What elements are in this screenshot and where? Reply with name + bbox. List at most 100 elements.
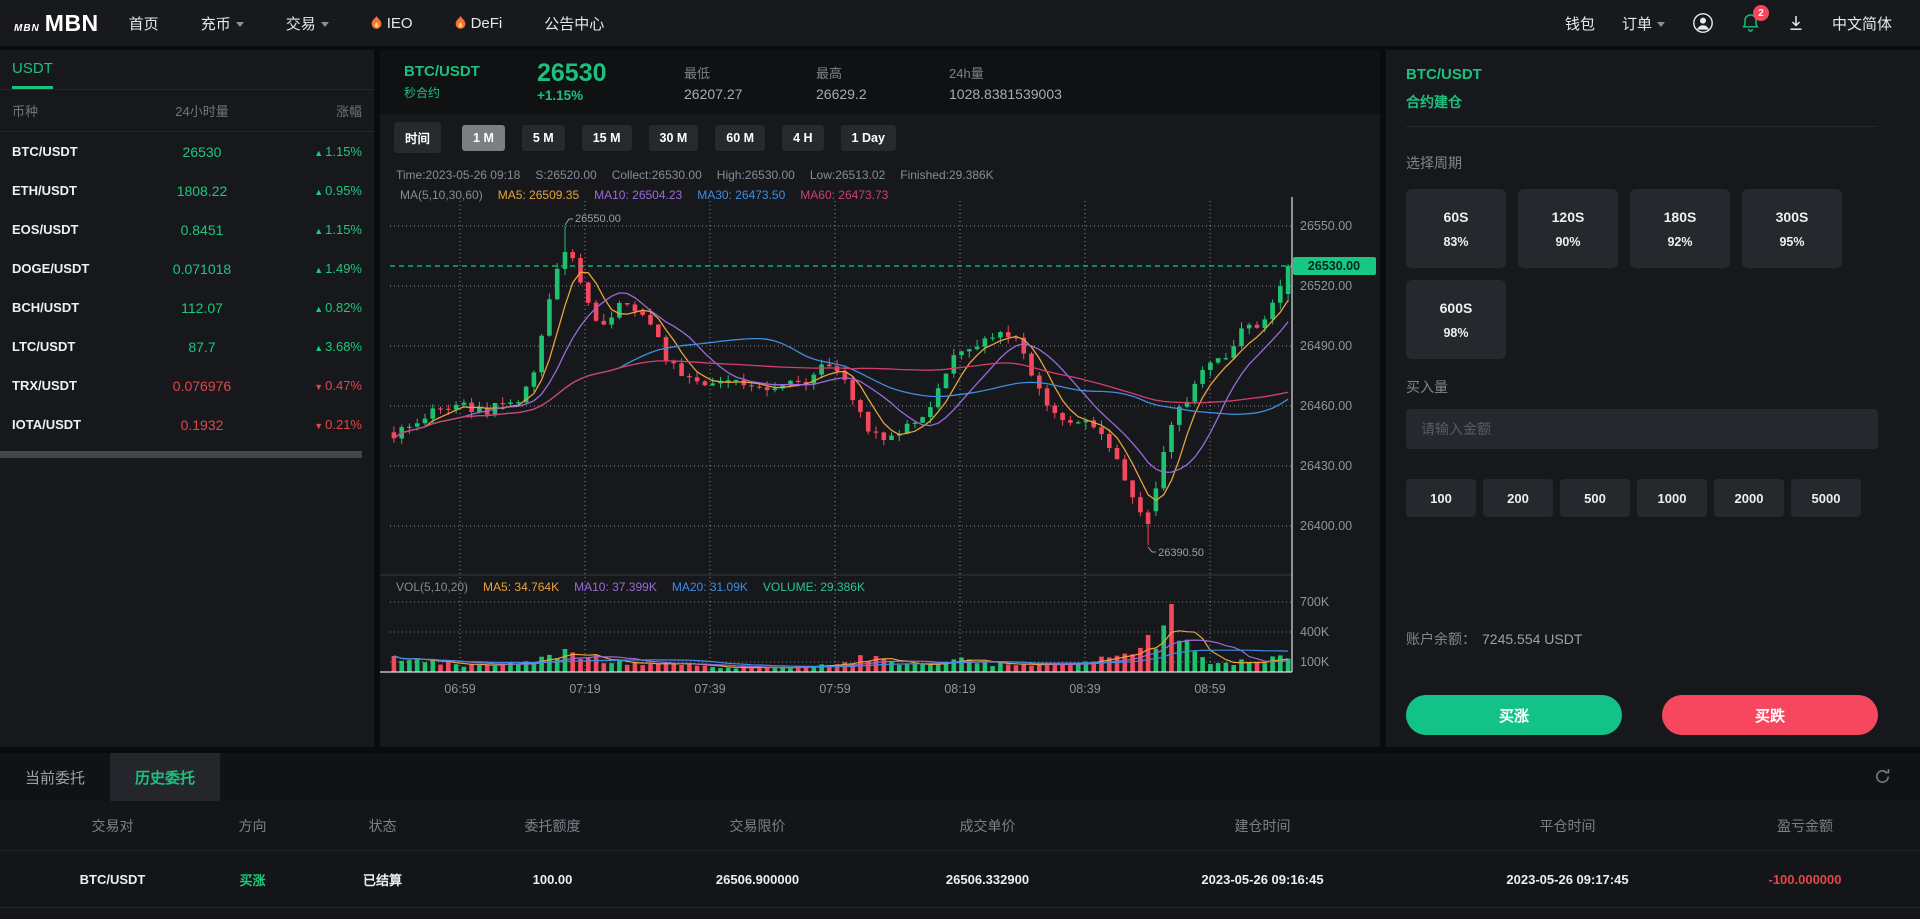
ticker-bar: BTC/USDT 秒合约 26530 +1.15% 最低 26207.27 最高…	[380, 50, 1380, 114]
market-volume: 0.1932	[132, 417, 272, 433]
period-180S[interactable]: 180S92%	[1630, 189, 1730, 268]
timeframe-5M[interactable]: 5 M	[522, 125, 565, 151]
amount-200[interactable]: 200	[1483, 479, 1553, 517]
sidebar-scrollbar[interactable]	[0, 451, 362, 458]
kline-chart[interactable]: 26550.0026520.0026490.0026460.0026430.00…	[380, 161, 1380, 721]
amount-1000[interactable]: 1000	[1637, 479, 1707, 517]
buy-up-button[interactable]: 买涨	[1406, 695, 1622, 735]
period-seconds: 600S	[1440, 300, 1473, 316]
nav-item-公告中心[interactable]: 公告中心	[544, 13, 604, 34]
market-row-BCH/USDT[interactable]: BCH/USDT112.07▲0.82%	[0, 288, 374, 327]
orders-col-委托额度: 委托额度	[455, 816, 650, 836]
low-value: 26207.27	[684, 86, 816, 102]
svg-text:08:59: 08:59	[1194, 682, 1225, 696]
orders-tab-历史委托[interactable]: 历史委托	[110, 753, 220, 801]
svg-text:26530.00: 26530.00	[1308, 259, 1360, 273]
triangle-up-icon: ▲	[314, 148, 323, 158]
tab-usdt[interactable]: USDT	[12, 60, 53, 89]
period-percent: 95%	[1779, 235, 1804, 249]
order-cell-deal: 26506.332900	[865, 872, 1110, 887]
nav-item-label: 交易	[286, 13, 316, 34]
svg-text:08:19: 08:19	[944, 682, 975, 696]
svg-text:100K: 100K	[1300, 655, 1330, 669]
market-row-TRX/USDT[interactable]: TRX/USDT0.076976▼0.47%	[0, 366, 374, 405]
col-coin: 币种	[12, 101, 132, 120]
logo[interactable]: MBN MBN	[14, 10, 99, 37]
chart-volume-legend: VOL(5,10,20)MA5: 34.764KMA10: 37.399KMA2…	[396, 580, 880, 594]
timeframe-60M[interactable]: 60 M	[715, 125, 765, 151]
buy-down-button[interactable]: 买跌	[1662, 695, 1878, 735]
amount-input[interactable]	[1406, 409, 1878, 449]
ticker-price: 26530	[537, 62, 684, 84]
legend-item: MA10: 26504.23	[594, 188, 682, 202]
download-button[interactable]	[1787, 14, 1805, 32]
order-row: BTC/USDT买涨已结算100.0026506.90000026506.332…	[0, 851, 1920, 908]
timeframe-1M[interactable]: 1 M	[462, 125, 505, 151]
amount-5000[interactable]: 5000	[1791, 479, 1861, 517]
market-change-value: 1.15%	[325, 222, 362, 237]
svg-text:26390.50: 26390.50	[1158, 547, 1204, 559]
nav-item-首页[interactable]: 首页	[129, 13, 159, 34]
market-volume: 26530	[132, 144, 272, 160]
timeframe-4H[interactable]: 4 H	[782, 125, 823, 151]
svg-text:07:59: 07:59	[819, 682, 850, 696]
market-row-IOTA/USDT[interactable]: IOTA/USDT0.1932▼0.21%	[0, 405, 374, 444]
amount-500[interactable]: 500	[1560, 479, 1630, 517]
market-row-ETH/USDT[interactable]: ETH/USDT1808.22▲0.95%	[0, 171, 374, 210]
orders-link-label: 订单	[1622, 13, 1652, 34]
nav-item-DeFi[interactable]: DeFi	[455, 15, 503, 32]
orders-table-header: 交易对方向状态委托额度交易限价成交单价建仓时间平仓时间盈亏金额	[0, 801, 1920, 851]
market-row-DOGE/USDT[interactable]: DOGE/USDT0.071018▲1.49%	[0, 249, 374, 288]
legend-item: Finished:29.386K	[900, 168, 993, 182]
nav-item-label: 充币	[201, 13, 231, 34]
svg-text:07:39: 07:39	[694, 682, 725, 696]
triangle-down-icon: ▼	[314, 421, 323, 431]
legend-item: MA30: 26473.50	[697, 188, 785, 202]
buy-buttons: 买涨 买跌	[1406, 695, 1878, 735]
timeframe-15M[interactable]: 15 M	[582, 125, 632, 151]
market-volume: 87.7	[132, 339, 272, 355]
orders-tab-当前委托[interactable]: 当前委托	[0, 753, 110, 801]
timeframe-buttons: 1 M 5 M 15 M 30 M 60 M 4 H 1 Day	[462, 125, 896, 151]
market-row-BTC/USDT[interactable]: BTC/USDT26530▲1.15%	[0, 132, 374, 171]
balance-value: 7245.554 USDT	[1482, 631, 1582, 647]
triangle-down-icon: ▼	[314, 382, 323, 392]
trade-pair: BTC/USDT	[1406, 66, 1878, 83]
period-60S[interactable]: 60S83%	[1406, 189, 1506, 268]
language-selector[interactable]: 中文简体	[1832, 13, 1892, 34]
svg-text:08:39: 08:39	[1069, 682, 1100, 696]
timeframe-time-button[interactable]: 时间	[394, 122, 441, 153]
account-button[interactable]	[1692, 12, 1714, 34]
top-nav: MBN MBN 首页 充币 交易 IEO DeFi 公告中心 钱包 订单 2 中文简体	[0, 0, 1920, 46]
legend-item: MA20: 31.09K	[672, 580, 748, 594]
nav-item-充币[interactable]: 充币	[201, 13, 244, 34]
market-volume: 112.07	[132, 300, 272, 316]
period-600S[interactable]: 600S98%	[1406, 280, 1506, 359]
chevron-down-icon	[321, 22, 329, 27]
wallet-link[interactable]: 钱包	[1565, 13, 1595, 34]
period-300S[interactable]: 300S95%	[1742, 189, 1842, 268]
market-list: BTC/USDT26530▲1.15%ETH/USDT1808.22▲0.95%…	[0, 132, 374, 444]
triangle-up-icon: ▲	[314, 226, 323, 236]
period-120S[interactable]: 120S90%	[1518, 189, 1618, 268]
market-change-value: 0.82%	[325, 300, 362, 315]
market-sidebar: USDT 币种 24小时量 涨幅 BTC/USDT26530▲1.15%ETH/…	[0, 50, 374, 747]
market-row-LTC/USDT[interactable]: LTC/USDT87.7▲3.68%	[0, 327, 374, 366]
chart-area: 26550.0026520.0026490.0026460.0026430.00…	[380, 161, 1380, 721]
timeframe-30M[interactable]: 30 M	[649, 125, 699, 151]
notifications-button[interactable]: 2	[1741, 12, 1760, 34]
nav-item-IEO[interactable]: IEO	[371, 15, 413, 32]
period-percent: 83%	[1443, 235, 1468, 249]
amount-100[interactable]: 100	[1406, 479, 1476, 517]
svg-text:26550.00: 26550.00	[575, 213, 621, 225]
market-row-EOS/USDT[interactable]: EOS/USDT0.8451▲1.15%	[0, 210, 374, 249]
refresh-button[interactable]	[1873, 767, 1892, 791]
market-change: ▲1.15%	[272, 144, 362, 159]
amount-label: 买入量	[1406, 377, 1878, 397]
orders-link[interactable]: 订单	[1622, 13, 1665, 34]
amount-2000[interactable]: 2000	[1714, 479, 1784, 517]
timeframe-1Day[interactable]: 1 Day	[841, 125, 896, 151]
nav-item-交易[interactable]: 交易	[286, 13, 329, 34]
orders-col-交易对: 交易对	[30, 816, 195, 836]
order-cell-open_time: 2023-05-26 09:16:45	[1110, 872, 1415, 887]
